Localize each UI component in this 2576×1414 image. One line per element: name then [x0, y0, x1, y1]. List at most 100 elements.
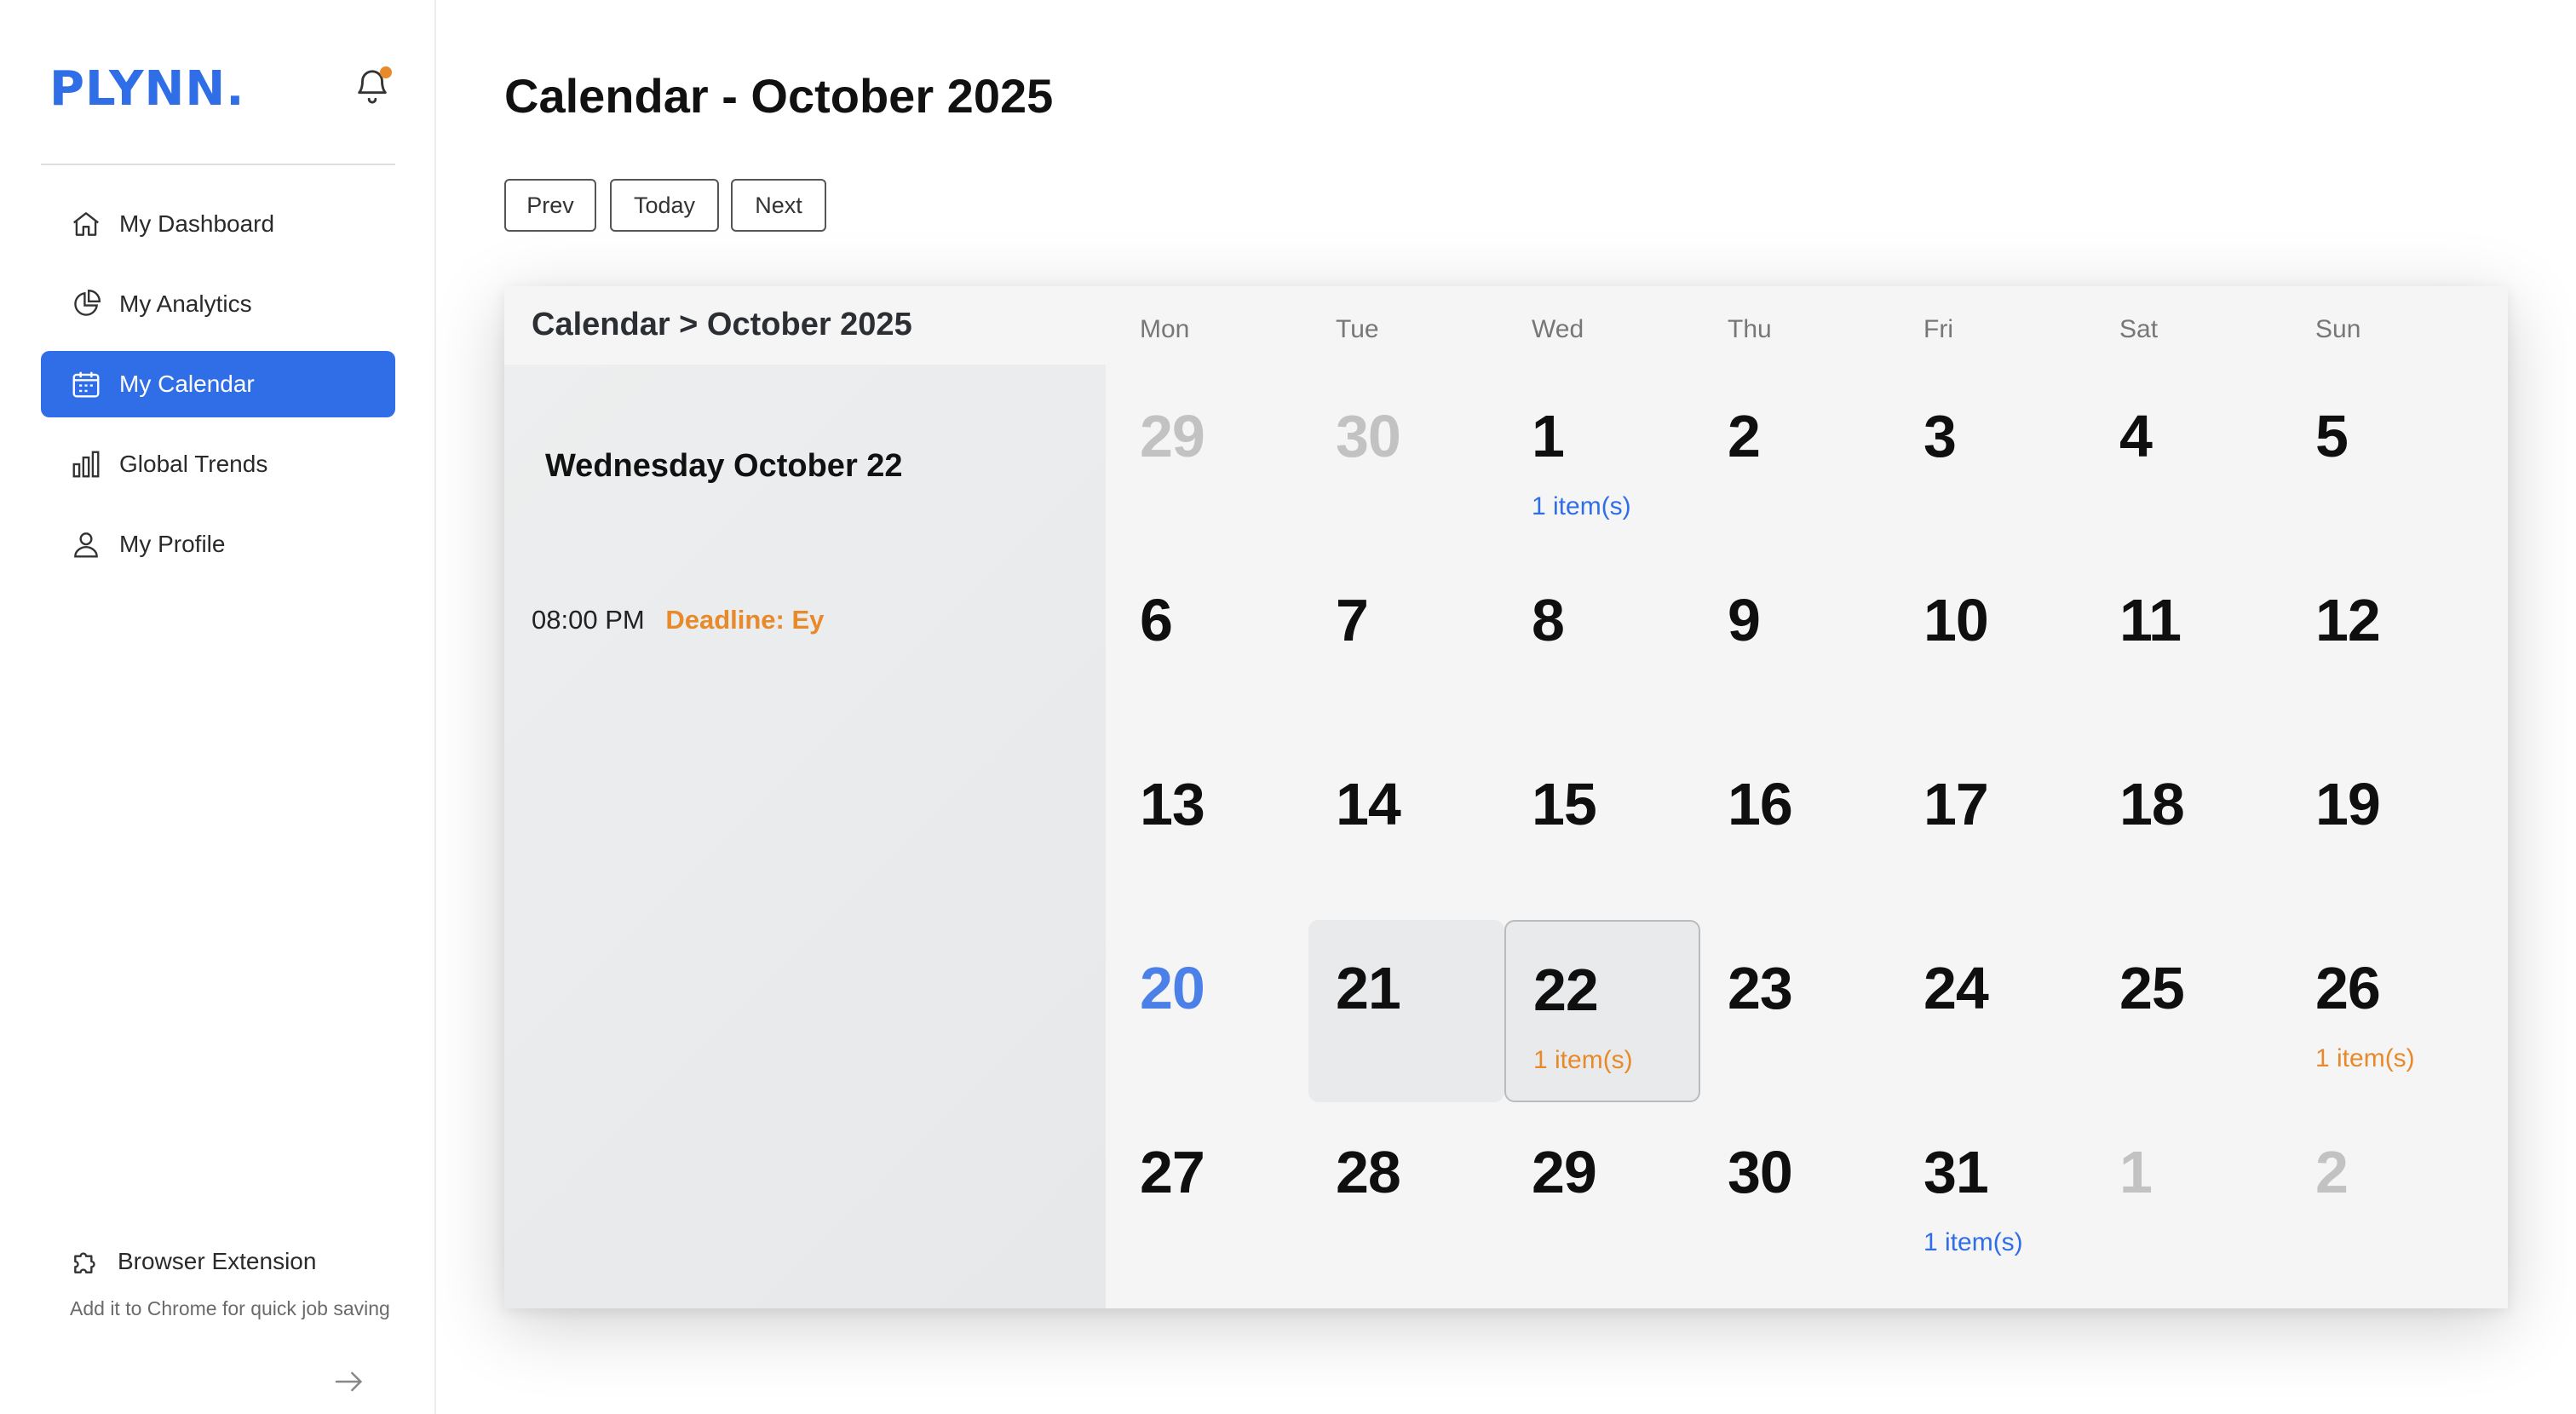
day-items-count[interactable]: 1 item(s): [1533, 1046, 1633, 1075]
weekday-mon: Mon: [1140, 315, 1190, 343]
today-button[interactable]: Today: [610, 179, 719, 232]
day-number: 8: [1532, 587, 1565, 653]
day-cell[interactable]: 15: [1504, 736, 1700, 918]
day-cell[interactable]: 6: [1113, 552, 1308, 734]
day-number: 29: [1140, 403, 1205, 469]
extension-title: Browser Extension: [118, 1248, 317, 1274]
prev-button[interactable]: Prev: [504, 179, 596, 232]
day-number: 13: [1140, 771, 1205, 837]
pie-chart-icon: [70, 288, 102, 320]
sidebar-item-label: My Profile: [119, 531, 226, 557]
day-cell[interactable]: 8: [1504, 552, 1700, 734]
day-cell[interactable]: 27: [1113, 1104, 1308, 1286]
day-cell[interactable]: 24: [1896, 920, 2092, 1102]
day-cell[interactable]: 13: [1113, 736, 1308, 918]
day-cell[interactable]: 21: [1308, 920, 1504, 1102]
day-number: 4: [2119, 403, 2153, 469]
day-number: 17: [1923, 771, 1989, 837]
day-number: 27: [1140, 1139, 1205, 1205]
day-cell[interactable]: 5: [2288, 368, 2484, 550]
day-number: 30: [1336, 403, 1401, 469]
sidebar-item-analytics[interactable]: My Analytics: [41, 271, 395, 337]
day-number: 15: [1532, 771, 1597, 837]
selected-date-label: Wednesday October 22: [545, 448, 903, 484]
day-cell[interactable]: 19: [2288, 736, 2484, 918]
day-number: 6: [1140, 587, 1173, 653]
day-cell[interactable]: 29: [1113, 368, 1308, 550]
day-cell[interactable]: 22 1 item(s): [1504, 920, 1700, 1102]
sidebar-item-calendar[interactable]: My Calendar: [41, 351, 395, 417]
day-number: 10: [1923, 587, 1989, 653]
day-cell[interactable]: 14: [1308, 736, 1504, 918]
day-number: 12: [2315, 587, 2381, 653]
day-cell[interactable]: 29: [1504, 1104, 1700, 1286]
day-number: 2: [2315, 1139, 2349, 1205]
day-number: 9: [1728, 587, 1761, 653]
day-number: 20: [1140, 955, 1205, 1021]
day-items-count[interactable]: 1 item(s): [2315, 1044, 2415, 1073]
day-cell[interactable]: 3: [1896, 368, 2092, 550]
sidebar-item-label: Global Trends: [119, 451, 268, 477]
day-number: 14: [1336, 771, 1401, 837]
day-cell[interactable]: 2: [1700, 368, 1896, 550]
weekday-sat: Sat: [2119, 315, 2159, 343]
day-cell[interactable]: 30: [1700, 1104, 1896, 1286]
day-number: 22: [1533, 957, 1599, 1023]
month-grid: Mon Tue Wed Thu Fri Sat Sun 29 30 1 1 item(s) 2 3 4 5…: [1106, 286, 2508, 1308]
next-button[interactable]: Next: [731, 179, 826, 232]
page-title: Calendar - October 2025: [504, 69, 1054, 123]
day-number: 11: [2119, 587, 2182, 653]
day-number: 1: [2119, 1139, 2153, 1205]
day-cell[interactable]: 26 1 item(s): [2288, 920, 2484, 1102]
weekday-thu: Thu: [1728, 315, 1772, 343]
day-cell[interactable]: 7: [1308, 552, 1504, 734]
sidebar-item-global-trends[interactable]: Global Trends: [41, 431, 395, 497]
extension-description: Add it to Chrome for quick job saving: [70, 1297, 390, 1319]
day-number: 24: [1923, 955, 1989, 1021]
day-items-count[interactable]: 1 item(s): [1532, 492, 1631, 521]
extension-title-row[interactable]: Browser Extension: [70, 1245, 394, 1278]
day-number: 18: [2119, 771, 2185, 837]
app-logo[interactable]: PLYNN.: [49, 61, 245, 117]
day-cell[interactable]: 12: [2288, 552, 2484, 734]
day-cell[interactable]: 18: [2092, 736, 2288, 918]
day-cell[interactable]: 17: [1896, 736, 2092, 918]
day-items-count[interactable]: 1 item(s): [1923, 1228, 2023, 1257]
weekday-tue: Tue: [1336, 315, 1379, 343]
weekday-header-row: Mon Tue Wed Thu Fri Sat Sun: [1106, 315, 2508, 349]
arrow-right-icon[interactable]: [332, 1365, 366, 1399]
sidebar-item-label: My Analytics: [119, 290, 252, 317]
day-cell[interactable]: 31 1 item(s): [1896, 1104, 2092, 1286]
day-cell[interactable]: 11: [2092, 552, 2288, 734]
day-cell[interactable]: 9: [1700, 552, 1896, 734]
day-cell[interactable]: 28: [1308, 1104, 1504, 1286]
day-detail-panel: [504, 365, 1106, 1308]
day-cell[interactable]: 16: [1700, 736, 1896, 918]
day-cell[interactable]: 10: [1896, 552, 2092, 734]
event-item[interactable]: 08:00 PM Deadline: Ey: [532, 605, 824, 635]
day-number: 5: [2315, 403, 2349, 469]
day-number: 31: [1923, 1139, 1989, 1205]
day-cell[interactable]: 1 1 item(s): [1504, 368, 1700, 550]
day-cell[interactable]: 25: [2092, 920, 2288, 1102]
sidebar-item-dashboard[interactable]: My Dashboard: [41, 191, 395, 257]
day-number: 7: [1336, 587, 1369, 653]
sidebar-nav: My Dashboard My Analytics My Calendar Gl…: [41, 191, 395, 591]
app-root: PLYNN. My Dashboard My Analytics My Cale…: [0, 0, 2576, 1414]
day-number: 2: [1728, 403, 1761, 469]
day-number: 19: [2315, 771, 2381, 837]
puzzle-icon: [70, 1245, 102, 1278]
day-cell[interactable]: 4: [2092, 368, 2288, 550]
day-cell[interactable]: 23: [1700, 920, 1896, 1102]
day-cell[interactable]: 2: [2288, 1104, 2484, 1286]
sidebar-item-label: My Dashboard: [119, 210, 275, 237]
breadcrumb: Calendar > October 2025: [532, 307, 912, 342]
day-cell[interactable]: 20: [1113, 920, 1308, 1102]
sidebar-item-profile[interactable]: My Profile: [41, 511, 395, 578]
day-cell[interactable]: 30: [1308, 368, 1504, 550]
day-number: 21: [1336, 955, 1401, 1021]
day-cell[interactable]: 1: [2092, 1104, 2288, 1286]
bar-chart-icon: [70, 448, 102, 480]
day-number: 29: [1532, 1139, 1597, 1205]
weekday-sun: Sun: [2315, 315, 2361, 343]
